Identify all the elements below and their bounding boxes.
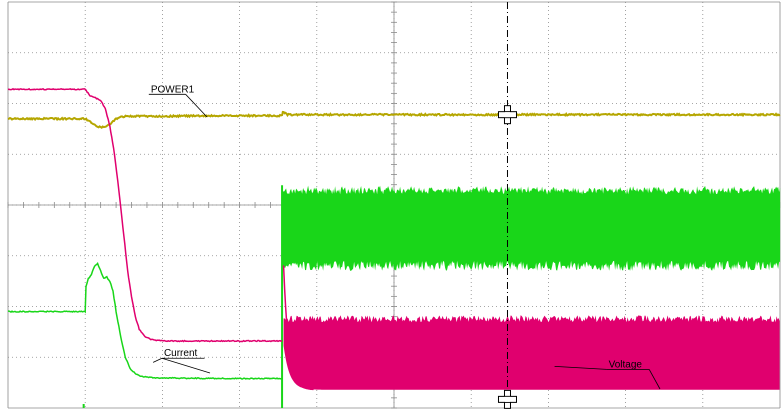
band-voltage [283,315,780,390]
band-current [282,185,781,271]
label-voltage: Voltage [609,359,643,370]
label-power1: POWER1 [151,84,195,95]
label-current: Current [164,348,198,359]
oscilloscope-chart: POWER1 Voltage Current [0,0,782,411]
cursor-marker-power-c [504,112,510,118]
cursor-marker-bottom-c [504,396,510,402]
